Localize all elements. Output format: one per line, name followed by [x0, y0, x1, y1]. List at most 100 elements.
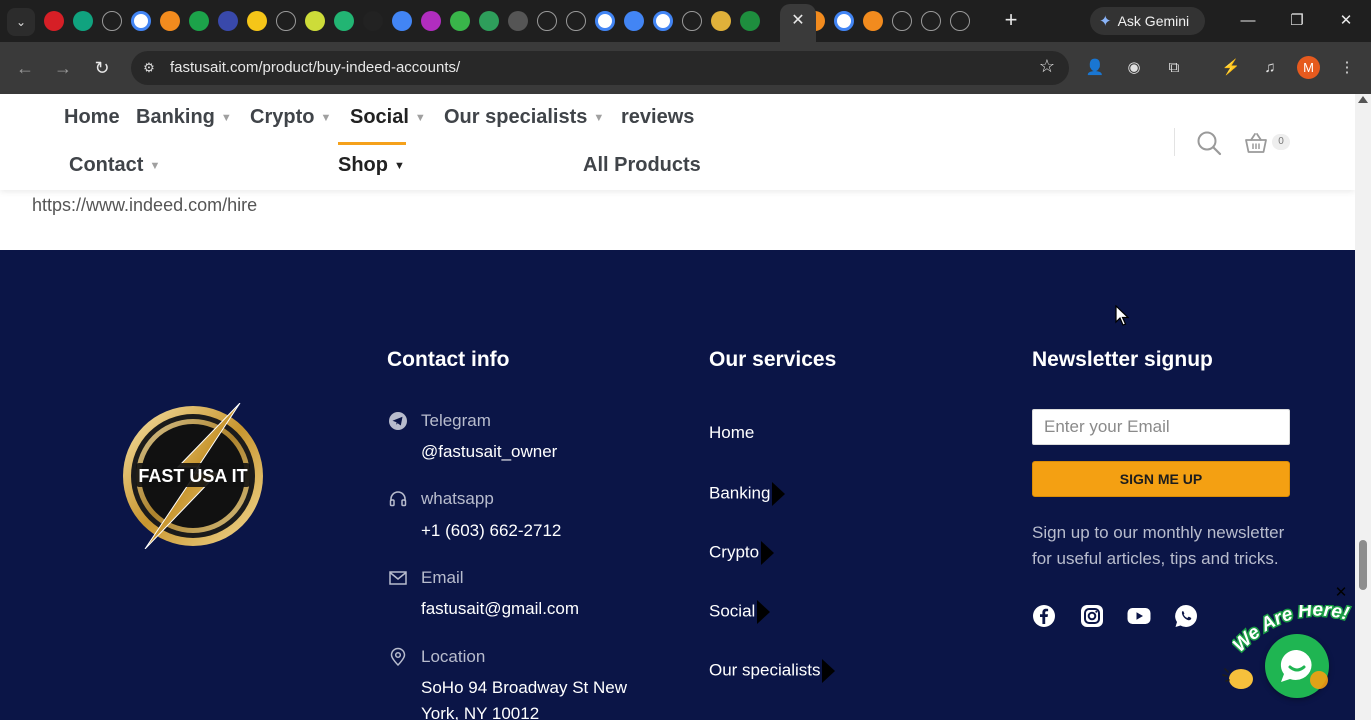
telegram-label: Telegram: [421, 411, 491, 430]
nav-contact[interactable]: Contact ▼: [69, 154, 160, 177]
google-tab-icon[interactable]: [834, 11, 854, 31]
whatsapp-icon[interactable]: [1174, 604, 1198, 628]
chevron-down-icon: ▼: [320, 111, 332, 124]
perplexity-tab-icon[interactable]: [892, 11, 912, 31]
minimize-button[interactable]: —: [1225, 6, 1271, 36]
close-tab-icon[interactable]: ✕: [788, 9, 808, 33]
newsletter-email-input[interactable]: [1032, 409, 1290, 445]
profile-avatar[interactable]: M: [1297, 56, 1320, 79]
media-controls-icon[interactable]: ♫: [1258, 56, 1282, 80]
audio-tab-icon[interactable]: [566, 11, 586, 31]
scroll-up-arrow-icon[interactable]: [1358, 96, 1368, 103]
headset-icon: [389, 491, 407, 507]
newsletter-description: Sign up to our monthly newsletter for us…: [1032, 523, 1285, 568]
close-window-button[interactable]: ✕: [1323, 6, 1369, 36]
app-green-v-tab-icon[interactable]: [334, 11, 354, 31]
service-link-home[interactable]: Home: [709, 423, 754, 443]
app-blue-ring-tab-icon[interactable]: [218, 11, 238, 31]
perplexity-tab-icon[interactable]: [921, 11, 941, 31]
location-pin-icon: [390, 647, 406, 667]
page-scrollbar[interactable]: [1355, 94, 1371, 720]
service-link-crypto[interactable]: Crypto: [709, 541, 775, 565]
extensions-puzzle-icon[interactable]: ⧉: [1162, 56, 1186, 80]
google-tab-icon[interactable]: [653, 11, 673, 31]
app-grid-tab-icon[interactable]: [508, 11, 528, 31]
youtube-icon[interactable]: [1127, 604, 1151, 628]
sign-me-up-button[interactable]: SIGN ME UP: [1032, 461, 1290, 497]
app-yellow-stripes-tab-icon[interactable]: [247, 11, 267, 31]
site-footer: FAST USA IT Contact info Telegram @fastu…: [0, 250, 1355, 720]
google-tab-icon[interactable]: [131, 11, 151, 31]
whatsapp-number[interactable]: +1 (603) 662-2712: [421, 518, 561, 544]
perplexity-tab-icon[interactable]: [537, 11, 557, 31]
our-services-title: Our services: [709, 348, 837, 371]
nav-social[interactable]: Social ▼: [350, 106, 426, 129]
basket-icon[interactable]: [1244, 132, 1268, 154]
restore-button[interactable]: ❐: [1274, 6, 1320, 36]
app-m-tab-icon[interactable]: [421, 11, 441, 31]
reload-icon[interactable]: ↻: [88, 54, 116, 82]
app-green-tab-icon[interactable]: [189, 11, 209, 31]
whatsapp-label: whatsapp: [421, 489, 494, 508]
app-gold-tab-icon[interactable]: [711, 11, 731, 31]
fast-usa-it-logo[interactable]: FAST USA IT: [120, 403, 266, 549]
menu-kebab-icon[interactable]: ⋮: [1335, 56, 1359, 80]
google-docs-tab-icon[interactable]: [624, 11, 644, 31]
bookmark-star-icon[interactable]: ☆: [1039, 56, 1055, 77]
nav-reviews[interactable]: reviews: [621, 106, 694, 129]
mail-icon: [389, 571, 407, 585]
search-icon[interactable]: [1196, 130, 1222, 156]
extension-person-icon[interactable]: 👤: [1083, 56, 1107, 80]
ask-gemini-button[interactable]: ✦ Ask Gemini: [1090, 7, 1205, 35]
nav-all-products[interactable]: All Products: [583, 154, 701, 177]
app-orange-tab-icon[interactable]: [863, 11, 883, 31]
service-link-social[interactable]: Social: [709, 600, 771, 624]
telegram-icon: [389, 412, 407, 430]
email-address[interactable]: fastusait@gmail.com: [421, 596, 579, 622]
app-green-g-tab-icon[interactable]: [450, 11, 470, 31]
address-bar[interactable]: ⚙ fastusait.com/product/buy-indeed-accou…: [131, 51, 1069, 85]
arrow-right-icon: [822, 659, 836, 683]
perplexity-tab-icon[interactable]: [102, 11, 122, 31]
google-docs-tab-icon[interactable]: [392, 11, 412, 31]
logo-text: FAST USA IT: [138, 466, 247, 486]
site-header: Home Banking ▼ Crypto ▼ Social ▼ Our specia…: [0, 94, 1355, 190]
google-tab-icon[interactable]: [595, 11, 615, 31]
extension-record-icon[interactable]: ◉: [1122, 56, 1146, 80]
perplexity-tab-icon[interactable]: [950, 11, 970, 31]
nav-crypto[interactable]: Crypto ▼: [250, 106, 331, 129]
forward-arrow-icon[interactable]: →: [49, 54, 77, 82]
extension-bolt-icon[interactable]: ⚡: [1219, 56, 1243, 80]
new-tab-button[interactable]: +: [998, 8, 1024, 34]
chat-launcher-button[interactable]: [1265, 634, 1329, 698]
app-green-g2-tab-icon[interactable]: [479, 11, 499, 31]
chevron-down-icon: ▼: [149, 159, 161, 172]
newsletter-title: Newsletter signup: [1032, 348, 1213, 371]
service-link-banking[interactable]: Banking: [709, 482, 786, 506]
facebook-icon[interactable]: [1032, 604, 1056, 628]
perplexity-tab-icon[interactable]: [276, 11, 296, 31]
app-lime-tab-icon[interactable]: [305, 11, 325, 31]
perplexity-tab-icon[interactable]: [682, 11, 702, 31]
url-text[interactable]: fastusait.com/product/buy-indeed-account…: [170, 59, 460, 76]
chatgpt-tab-icon[interactable]: [73, 11, 93, 31]
header-divider: [1174, 128, 1175, 156]
gemini-sparkle-icon: ✦: [1099, 13, 1112, 30]
tab-search-button[interactable]: ⌄: [7, 8, 35, 36]
nav-banking[interactable]: Banking ▼: [136, 106, 232, 129]
nav-shop[interactable]: Shop ▼: [338, 154, 405, 177]
youtube-tab-icon[interactable]: [44, 11, 64, 31]
app-green-s-tab-icon[interactable]: [740, 11, 760, 31]
site-info-icon[interactable]: ⚙: [139, 58, 159, 78]
service-link-our-specialists[interactable]: Our specialists: [709, 659, 836, 683]
app-dark-t-tab-icon[interactable]: [363, 11, 383, 31]
instagram-icon[interactable]: [1080, 604, 1104, 628]
nav-our-specialists[interactable]: Our specialists ▼: [444, 106, 604, 129]
back-arrow-icon[interactable]: ←: [11, 54, 39, 82]
chat-close-icon[interactable]: ✕: [1334, 585, 1348, 600]
telegram-handle[interactable]: @fastusait_owner: [421, 439, 557, 465]
app-orange-tab-icon[interactable]: [160, 11, 180, 31]
ask-gemini-label: Ask Gemini: [1117, 13, 1190, 29]
nav-home[interactable]: Home: [64, 106, 120, 129]
scrollbar-thumb[interactable]: [1359, 540, 1367, 590]
